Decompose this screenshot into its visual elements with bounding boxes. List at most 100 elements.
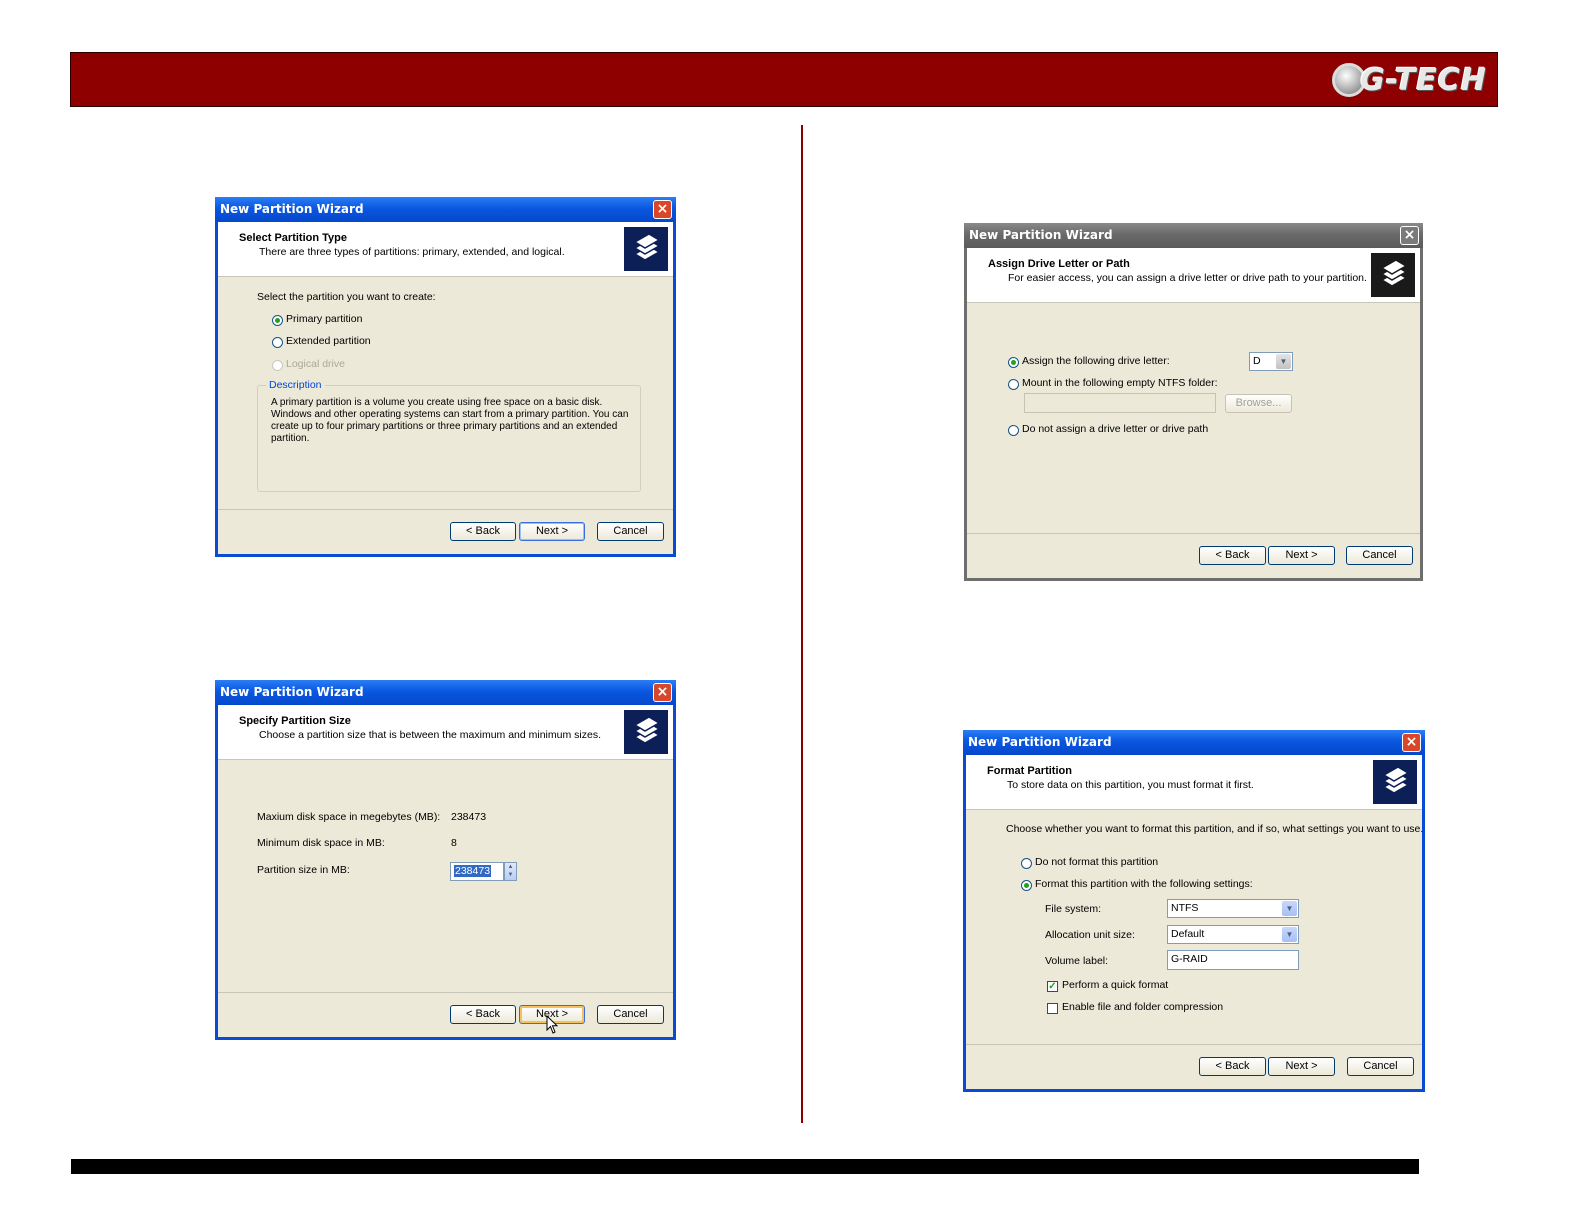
window-title: New Partition Wizard [220,685,364,699]
next-button[interactable]: Next > [1268,1057,1335,1076]
titlebar[interactable]: New Partition Wizard × [215,197,676,222]
wizard-format-partition: New Partition Wizard × Format Partition … [963,730,1425,1092]
prompt-label: Choose whether you want to format this p… [1006,823,1424,835]
format-label[interactable]: Format this partition with the following… [1035,878,1253,890]
compression-checkbox[interactable] [1047,1003,1058,1014]
assign-letter-radio[interactable] [1008,357,1019,368]
no-format-radio[interactable] [1021,858,1032,869]
g-tech-logo: G-TECH [1332,59,1487,101]
disk-wizard-icon [1373,760,1417,804]
window-title: New Partition Wizard [220,202,364,216]
button-bar: < Back Next > Cancel [218,509,673,554]
titlebar[interactable]: New Partition Wizard × [215,680,676,705]
header-subtitle: For easier access, you can assign a driv… [1008,272,1367,284]
compression-label[interactable]: Enable file and folder compression [1062,1001,1223,1013]
volume-label-input[interactable]: G-RAID [1167,950,1299,970]
button-bar: < Back Next > Cancel [966,1044,1422,1089]
primary-partition-label[interactable]: Primary partition [286,313,362,325]
no-letter-radio[interactable] [1008,425,1019,436]
mouse-cursor-icon [546,1015,559,1034]
wizard-specify-partition-size: New Partition Wizard × Specify Partition… [215,680,676,1040]
max-size-value: 238473 [451,811,487,823]
no-letter-label[interactable]: Do not assign a drive letter or drive pa… [1022,423,1208,435]
drive-letter-select[interactable]: D ▼ [1249,352,1293,371]
size-spinner[interactable]: ▲ ▼ [504,862,517,881]
primary-partition-radio[interactable] [272,315,283,326]
quick-format-label[interactable]: Perform a quick format [1062,979,1168,991]
next-button[interactable]: Next > [1268,546,1335,565]
back-button[interactable]: < Back [1199,1057,1266,1076]
volume-label-label: Volume label: [1045,955,1109,967]
header-subtitle: There are three types of partitions: pri… [259,246,565,258]
disk-wizard-icon [624,710,668,754]
close-icon[interactable]: × [1400,226,1419,245]
mount-folder-label[interactable]: Mount in the following empty NTFS folder… [1022,377,1218,389]
cancel-button[interactable]: Cancel [597,1005,664,1024]
partition-size-input[interactable]: 238473 [450,862,504,881]
center-divider [801,125,803,1123]
button-bar: < Back Next > Cancel [967,533,1420,578]
extended-partition-radio[interactable] [272,337,283,348]
file-system-label: File system: [1045,903,1102,915]
back-button[interactable]: < Back [450,1005,516,1024]
window-title: New Partition Wizard [968,735,1112,749]
titlebar[interactable]: New Partition Wizard × [964,223,1423,248]
allocation-unit-value: Default [1171,928,1205,940]
file-system-select[interactable]: NTFS ▼ [1167,899,1299,918]
close-icon[interactable]: × [1402,733,1421,752]
window-title: New Partition Wizard [969,228,1113,242]
chevron-down-icon: ▼ [1276,354,1291,369]
logo-text: G-TECH [1360,62,1487,98]
logical-drive-label[interactable]: Logical drive [286,358,345,370]
assign-letter-label[interactable]: Assign the following drive letter: [1022,355,1170,367]
back-button[interactable]: < Back [450,522,516,541]
no-format-label[interactable]: Do not format this partition [1035,856,1158,868]
partition-size-label: Partition size in MB: [257,864,350,876]
close-icon[interactable]: × [653,200,672,219]
allocation-unit-select[interactable]: Default ▼ [1167,925,1299,944]
header-band: G-TECH [70,52,1498,107]
header-subtitle: Choose a partition size that is between … [259,729,601,741]
description-text: A primary partition is a volume you crea… [271,397,629,444]
cancel-button[interactable]: Cancel [597,522,664,541]
titlebar[interactable]: New Partition Wizard × [963,730,1425,755]
cancel-button[interactable]: Cancel [1346,546,1413,565]
partition-size-value: 238473 [454,865,492,877]
mount-folder-radio[interactable] [1008,379,1019,390]
wizard-header: Select Partition Type There are three ty… [218,222,673,277]
header-subtitle: To store data on this partition, you mus… [1007,779,1254,791]
wizard-header: Specify Partition Size Choose a partitio… [218,705,673,760]
description-groupbox: Description A primary partition is a vol… [257,379,641,492]
description-title: Description [266,379,325,391]
header-title: Select Partition Type [239,232,347,244]
chevron-down-icon: ▼ [1282,901,1297,916]
disk-wizard-icon [624,227,668,271]
close-icon[interactable]: × [653,683,672,702]
logical-drive-radio[interactable] [272,360,283,371]
chevron-down-icon: ▼ [1282,927,1297,942]
wizard-header: Assign Drive Letter or Path For easier a… [967,248,1420,303]
extended-partition-label[interactable]: Extended partition [286,335,371,347]
header-title: Specify Partition Size [239,715,351,727]
cancel-button[interactable]: Cancel [1347,1057,1414,1076]
next-button[interactable]: Next > [519,522,585,541]
min-size-label: Minimum disk space in MB: [257,837,385,849]
back-button[interactable]: < Back [1199,546,1266,565]
header-title: Format Partition [987,765,1072,777]
button-bar: < Back Next > Cancel [218,992,673,1037]
disk-wizard-icon [1371,253,1415,297]
header-title: Assign Drive Letter or Path [988,258,1130,270]
wizard-header: Format Partition To store data on this p… [966,755,1422,810]
format-radio[interactable] [1021,880,1032,891]
allocation-unit-label: Allocation unit size: [1045,929,1135,941]
drive-letter-value: D [1253,355,1261,367]
browse-button[interactable]: Browse... [1225,394,1292,413]
prompt-label: Select the partition you want to create: [257,291,436,303]
footer-band [71,1159,1419,1174]
quick-format-checkbox[interactable]: ✓ [1047,981,1058,992]
wizard-assign-drive-letter: New Partition Wizard × Assign Drive Lett… [964,223,1423,581]
wizard-select-partition-type: New Partition Wizard × Select Partition … [215,197,676,557]
folder-path-input[interactable] [1024,393,1216,413]
file-system-value: NTFS [1171,902,1199,914]
max-size-label: Maxium disk space in megebytes (MB): [257,811,441,823]
